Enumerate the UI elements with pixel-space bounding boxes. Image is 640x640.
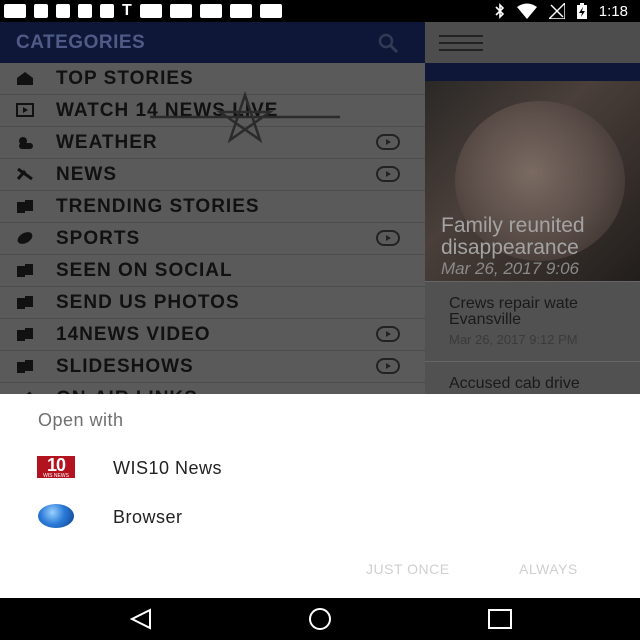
hero-date: Mar 26, 2017 9:06 bbox=[441, 259, 579, 278]
clock: 1:18 bbox=[598, 2, 628, 20]
no-signal-icon bbox=[548, 3, 565, 19]
expand-arrow-icon[interactable] bbox=[376, 166, 400, 182]
category-label: TOP STORIES bbox=[56, 68, 194, 89]
category-label: TRENDING STORIES bbox=[56, 196, 260, 217]
home-icon[interactable] bbox=[305, 607, 335, 631]
story-date: Mar 26, 2017 9:12 PM bbox=[449, 332, 578, 347]
drawer-header: CATEGORIES bbox=[0, 22, 425, 63]
category-item[interactable]: SLIDESHOWS bbox=[0, 351, 425, 383]
search-icon[interactable] bbox=[377, 32, 399, 54]
category-item[interactable]: TRENDING STORIES bbox=[0, 191, 425, 223]
app-label: WIS10 News bbox=[113, 458, 223, 478]
recents-icon[interactable] bbox=[485, 607, 515, 631]
wis10-logo-icon: 10 WIS NEWS bbox=[37, 456, 75, 479]
category-item[interactable]: SPORTS bbox=[0, 223, 425, 255]
weather-icon bbox=[19, 137, 33, 149]
keyboard-icon bbox=[4, 4, 26, 18]
expand-arrow-icon[interactable] bbox=[376, 230, 400, 246]
hero-title: Family reunited disappearance bbox=[441, 214, 585, 259]
folder-icon bbox=[17, 360, 33, 373]
football-icon bbox=[17, 232, 33, 244]
folder-icon bbox=[17, 264, 33, 277]
square-icon bbox=[199, 4, 222, 18]
app-option-wis10[interactable]: 10 WIS NEWS WIS10 News bbox=[0, 444, 640, 492]
story-title: Crews repair wate Evansville bbox=[449, 295, 578, 328]
folder-icon bbox=[17, 200, 33, 213]
text-notification-icon: T bbox=[122, 2, 132, 19]
category-item[interactable]: ON-AIR LINKS bbox=[0, 383, 425, 394]
category-label: SEEN ON SOCIAL bbox=[56, 260, 233, 281]
expand-arrow-icon[interactable] bbox=[376, 134, 400, 150]
square-icon bbox=[229, 4, 252, 18]
news-feed: Family reunited disappearance Mar 26, 20… bbox=[425, 22, 640, 394]
feed-toolbar bbox=[425, 22, 640, 63]
open-with-sheet: Open with 10 WIS NEWS WIS10 News Browser… bbox=[0, 394, 640, 598]
notification-icons: T bbox=[4, 2, 282, 20]
battery-charging-icon bbox=[576, 3, 587, 19]
app-label: Browser bbox=[113, 507, 183, 527]
category-label: NEWS bbox=[56, 164, 117, 185]
news-icon bbox=[16, 167, 33, 181]
wifi-icon bbox=[516, 3, 537, 19]
menu-icon[interactable] bbox=[439, 35, 483, 51]
sheet-actions: JUST ONCE ALWAYS bbox=[0, 561, 640, 585]
sheet-title: Open with bbox=[38, 410, 124, 430]
back-icon[interactable] bbox=[126, 607, 156, 631]
status-bar: T 1:18 bbox=[0, 0, 640, 22]
folder-icon bbox=[17, 328, 33, 341]
square-icon bbox=[139, 4, 162, 18]
news-app: CATEGORIES TOP STORIES WATCH 14 NEWS LIVE… bbox=[0, 22, 640, 394]
home-icon bbox=[17, 72, 33, 85]
just-once-button[interactable]: JUST ONCE bbox=[366, 561, 450, 577]
facebook-icon bbox=[56, 4, 70, 18]
square-icon bbox=[169, 4, 192, 18]
figure-icon bbox=[78, 4, 92, 18]
app-option-browser[interactable]: Browser bbox=[0, 493, 640, 541]
category-item[interactable]: NEWS bbox=[0, 159, 425, 191]
category-item[interactable]: SEND US PHOTOS bbox=[0, 287, 425, 319]
category-label: SPORTS bbox=[56, 228, 141, 249]
drawer-title: CATEGORIES bbox=[16, 32, 146, 53]
always-button[interactable]: ALWAYS bbox=[519, 561, 578, 577]
system-icons: 1:18 bbox=[495, 2, 628, 20]
channel-logo-watermark bbox=[150, 91, 340, 144]
message-icon bbox=[100, 4, 114, 18]
category-item[interactable]: SEEN ON SOCIAL bbox=[0, 255, 425, 287]
folder-icon bbox=[17, 296, 33, 309]
category-label: SLIDESHOWS bbox=[56, 356, 194, 377]
expand-arrow-icon[interactable] bbox=[376, 358, 400, 374]
feed-header-band bbox=[425, 63, 640, 81]
bluetooth-icon bbox=[495, 3, 504, 19]
categories-drawer: CATEGORIES TOP STORIES WATCH 14 NEWS LIVE… bbox=[0, 22, 425, 394]
send-icon bbox=[34, 4, 48, 18]
navigation-bar bbox=[0, 598, 640, 640]
globe-icon bbox=[38, 504, 74, 528]
category-item[interactable]: 14NEWS VIDEO bbox=[0, 319, 425, 351]
story-item[interactable]: Crews repair wate Evansville Mar 26, 201… bbox=[425, 281, 640, 362]
category-label: 14NEWS VIDEO bbox=[56, 324, 211, 345]
square-icon bbox=[259, 4, 282, 18]
video-icon bbox=[16, 103, 34, 117]
category-label: SEND US PHOTOS bbox=[56, 292, 240, 313]
story-item[interactable]: Accused cab drive bbox=[425, 361, 640, 394]
hero-story[interactable]: Family reunited disappearance Mar 26, 20… bbox=[425, 81, 640, 281]
story-title: Accused cab drive bbox=[449, 375, 580, 392]
expand-arrow-icon[interactable] bbox=[376, 326, 400, 342]
